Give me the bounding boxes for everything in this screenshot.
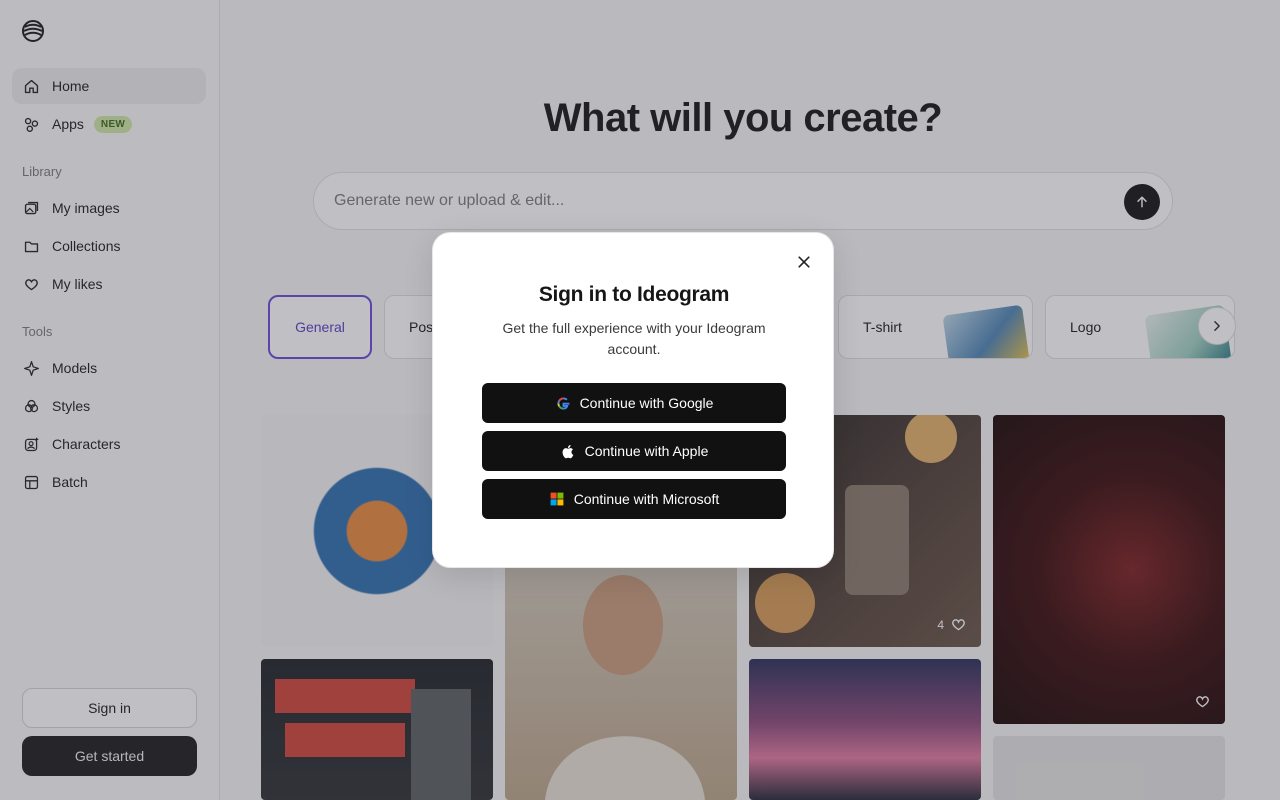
auth-button-label: Continue with Apple (584, 443, 709, 459)
continue-with-apple-button[interactable]: Continue with Apple (482, 431, 786, 471)
close-button[interactable] (793, 251, 815, 273)
modal-subtitle: Get the full experience with your Ideogr… (502, 320, 766, 357)
close-icon (798, 256, 810, 268)
continue-with-google-button[interactable]: Continue with Google (482, 383, 786, 423)
modal-title: Sign in to Ideogram (538, 283, 730, 306)
microsoft-icon (549, 491, 566, 508)
google-icon (555, 395, 572, 412)
continue-with-microsoft-button[interactable]: Continue with Microsoft (482, 479, 786, 519)
auth-button-label: Continue with Google (579, 395, 714, 411)
sign-in-modal: Sign in to Ideogram Get the full experie… (432, 232, 834, 568)
auth-button-label: Continue with Microsoft (573, 491, 720, 507)
apple-icon (560, 443, 577, 460)
